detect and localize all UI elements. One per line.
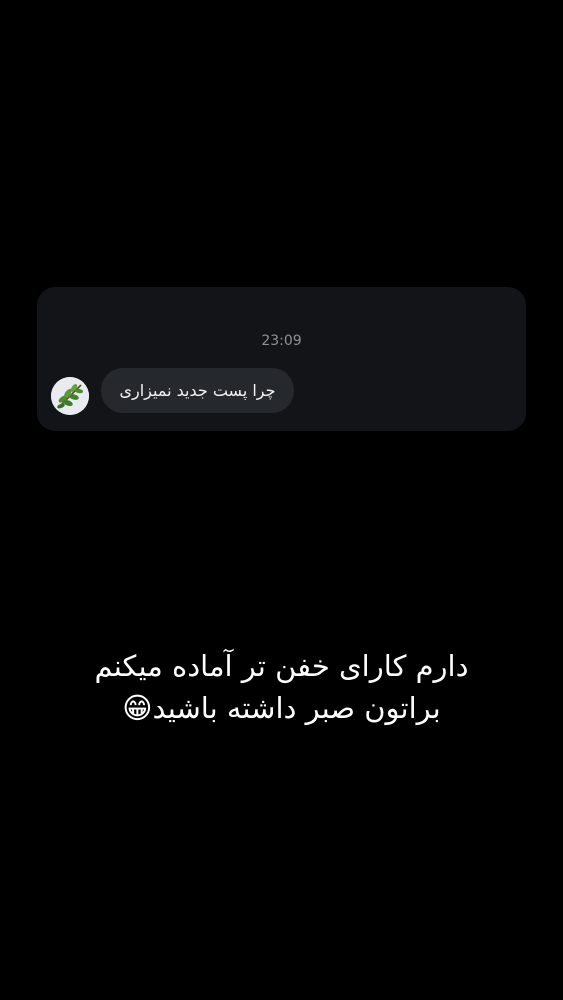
message-bubble[interactable]: چرا پست جدید نمیزاری [101,368,294,413]
story-caption: دارم کارای خفن تر آماده میکنم براتون صبر… [30,645,533,729]
message-timestamp: 23:09 [261,333,302,349]
caption-line-2: براتون صبر داشته باشید😁 [122,691,441,725]
caption-line-1: دارم کارای خفن تر آماده میکنم [94,649,469,683]
story-screen: 23:09 چرا پست جدید نمیزاری دارم کارای خف… [0,0,563,1000]
leaf-avatar-icon [51,377,89,415]
message-screenshot-card: 23:09 چرا پست جدید نمیزاری [37,287,526,431]
message-text: چرا پست جدید نمیزاری [119,381,276,400]
sender-avatar[interactable] [51,377,89,415]
